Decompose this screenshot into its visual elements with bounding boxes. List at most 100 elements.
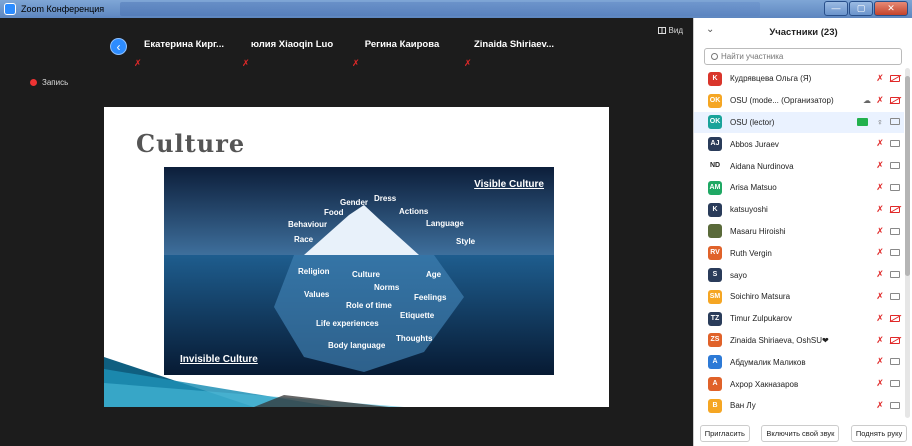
camera-icon xyxy=(890,358,900,366)
participant-row[interactable]: B Ван Лу ✗ xyxy=(694,395,904,417)
iceberg-word: Age xyxy=(426,270,442,279)
avatar: S xyxy=(708,268,722,283)
video-thumb[interactable]: Zinaida Shiriaev... ✗ xyxy=(462,30,566,72)
mic-muted-icon: ✗ xyxy=(876,73,884,83)
iceberg-word: Religion xyxy=(298,267,330,276)
participant-row[interactable]: SM Soichiro Matsura ✗ xyxy=(694,286,904,308)
participant-name: OSU (lector) xyxy=(730,117,775,127)
mic-muted-icon: ✗ xyxy=(876,290,884,301)
mic-muted-icon: ✗ xyxy=(876,334,884,345)
participant-row[interactable]: K Кудрявцева Ольга (Я) ✗ xyxy=(694,68,904,90)
participant-row[interactable]: AM Arisa Matsuo ✗ xyxy=(694,177,904,199)
title-bar: Zoom Конференция — ▢ ✕ xyxy=(0,0,912,18)
avatar: SM xyxy=(708,289,722,304)
camera-icon xyxy=(890,249,900,257)
avatar: ZS xyxy=(708,333,722,348)
recording-indicator[interactable]: Запись xyxy=(30,78,68,87)
iceberg-word: Role of time xyxy=(346,301,392,310)
panel-title: Участники (23) xyxy=(769,27,838,38)
invisible-culture-label: Invisible Culture xyxy=(180,354,258,365)
avatar: RV xyxy=(708,246,722,261)
mic-muted-icon: ✗ xyxy=(876,181,884,192)
shared-slide: Culture Visible Culture Invisible Cultur… xyxy=(104,107,609,407)
participant-status: ♀ xyxy=(857,117,900,127)
iceberg-word: Thoughts xyxy=(396,334,433,343)
window-controls: — ▢ ✕ xyxy=(823,1,908,16)
participants-scrollbar[interactable] xyxy=(905,68,910,418)
mic-muted-icon: ✗ xyxy=(876,160,884,171)
scrollbar-thumb[interactable] xyxy=(905,76,910,276)
participant-status: ✗ xyxy=(874,269,900,280)
participant-name: Aidana Nurdinova xyxy=(730,161,794,171)
iceberg-word: Etiquette xyxy=(400,311,435,320)
participant-name: Абдумалик Маликов xyxy=(730,357,806,367)
participant-name: Регина Каирова xyxy=(364,39,440,50)
blurred-tabs-strip xyxy=(120,2,760,16)
camera-icon xyxy=(890,227,900,235)
participant-row[interactable]: Kkatsuyoshi ✗ xyxy=(694,199,904,221)
participant-row[interactable]: ZS Zinaida Shiriaeva, OshSU❤ ✗ xyxy=(694,330,904,352)
participant-name: Masaru Hiroishi xyxy=(730,226,786,236)
participant-row[interactable]: OK OSU (mode... (Организатор) ☁ ✗ xyxy=(694,90,904,112)
camera-icon xyxy=(890,162,900,170)
video-thumb[interactable]: Екатерина Кирг... ✗ xyxy=(132,30,236,72)
participant-row[interactable]: ND Aidana Nurdinova ✗ xyxy=(694,155,904,177)
maximize-button[interactable]: ▢ xyxy=(849,1,873,16)
participant-row[interactable]: A Ахрор Хакназаров ✗ xyxy=(694,373,904,395)
unmute-button[interactable]: Включить свой звук xyxy=(761,424,840,442)
participant-status: ✗ xyxy=(874,204,900,215)
visible-culture-label: Visible Culture xyxy=(474,179,544,190)
mic-muted-icon: ✗ xyxy=(876,378,884,389)
avatar: A xyxy=(708,377,722,392)
mic-muted-icon: ✗ xyxy=(134,58,142,68)
minimize-button[interactable]: — xyxy=(824,1,848,16)
mic-muted-icon: ✗ xyxy=(876,247,884,258)
participant-name: Timur Zulpukarov xyxy=(730,314,792,324)
video-thumb[interactable]: юлия Xiaoqin Luo ✗ xyxy=(240,30,344,72)
participant-row[interactable]: Ssayo ✗ xyxy=(694,264,904,286)
iceberg-word: Food xyxy=(324,208,344,217)
avatar: AM xyxy=(708,180,722,195)
participant-name: Ruth Vergin xyxy=(730,248,772,258)
participant-row[interactable]: OK OSU (lector) ♀ xyxy=(694,111,904,134)
participant-row[interactable]: Masaru Hiroishi ✗ xyxy=(694,221,904,243)
invite-button[interactable]: Пригласить xyxy=(699,424,750,442)
participant-status: ✗ xyxy=(874,226,900,237)
participant-list: K Кудрявцева Ольга (Я) ✗ OK OSU (mode... (Ор… xyxy=(694,68,904,417)
mic-muted-icon: ✗ xyxy=(876,312,884,323)
avatar: A xyxy=(708,355,722,370)
iceberg-word: Actions xyxy=(399,207,429,216)
participant-name: Zinaida Shiriaev... xyxy=(473,39,555,50)
iceberg-word: Behaviour xyxy=(288,220,328,229)
mic-muted-icon: ✗ xyxy=(464,58,472,68)
participant-row[interactable]: TZ Timur Zulpukarov ✗ xyxy=(694,308,904,330)
participant-status: ✗ xyxy=(874,335,900,346)
search-icon xyxy=(711,53,718,60)
search-input[interactable] xyxy=(721,52,891,61)
grid-view-icon xyxy=(657,27,666,34)
participant-row[interactable]: A Абдумалик Маликов ✗ xyxy=(694,351,904,373)
mic-muted-icon: ✗ xyxy=(876,269,884,280)
iceberg-word: Life experiences xyxy=(316,319,379,328)
video-thumb[interactable]: Регина Каирова ✗ xyxy=(350,30,454,72)
participant-row[interactable]: AJ Abbos Juraev ✗ xyxy=(694,133,904,155)
raise-hand-button[interactable]: Поднять руку xyxy=(850,424,908,442)
previous-page-button[interactable]: ‹ xyxy=(110,38,127,55)
participant-name: Ван Лу xyxy=(730,401,756,411)
search-box[interactable] xyxy=(704,48,902,65)
close-button[interactable]: ✕ xyxy=(874,1,908,16)
camera-off-icon xyxy=(890,96,900,104)
screen-share-icon xyxy=(857,117,868,126)
iceberg-word: Dress xyxy=(374,194,397,203)
view-button[interactable]: Вид xyxy=(657,26,683,35)
iceberg-word: Values xyxy=(304,290,330,299)
avatar: OK xyxy=(708,93,722,108)
participant-row[interactable]: RV Ruth Vergin ✗ xyxy=(694,242,904,264)
participant-name: katsuyoshi xyxy=(730,205,768,215)
camera-icon xyxy=(890,380,900,388)
participant-name: Кудрявцева Ольга (Я) xyxy=(730,74,812,84)
mic-muted-icon: ✗ xyxy=(876,356,884,367)
participant-status: ✗ xyxy=(874,73,900,84)
zoom-window: Zoom Конференция — ▢ ✕ ‹ Екатерина Кирг.… xyxy=(0,0,912,446)
iceberg-word: Feelings xyxy=(414,293,447,302)
